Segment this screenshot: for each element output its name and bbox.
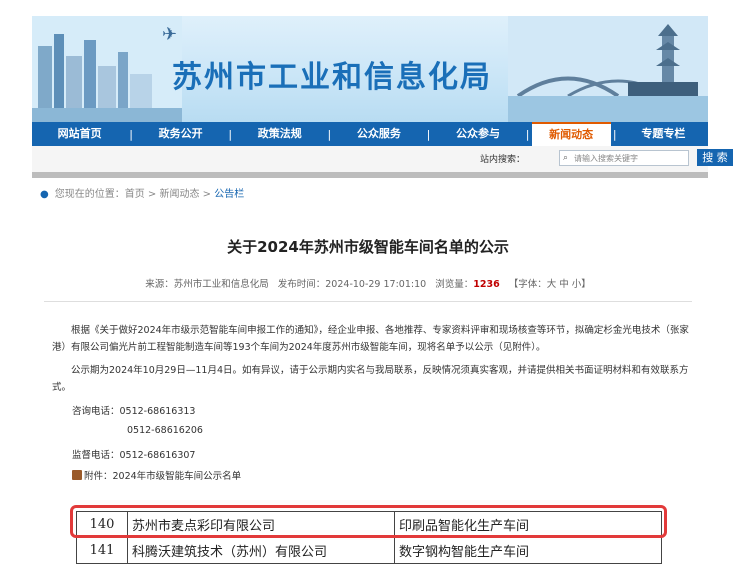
breadcrumb-separator: > (199, 189, 215, 200)
search-placeholder: 请输入搜索关键字 (574, 154, 638, 163)
nav-item-policy[interactable]: 政策法规 (234, 122, 325, 146)
search-input[interactable]: ⌕ 请输入搜索关键字 (559, 150, 689, 166)
nav-item-public-service[interactable]: 公众服务 (333, 122, 424, 146)
location-pin-icon: ● (40, 189, 49, 200)
site-banner: ✈ 苏州市工业和信息化局 (32, 16, 708, 122)
breadcrumb: ● 您现在的位置：首页 > 新闻动态 > 公告栏 (40, 185, 244, 200)
contact-phone-2: 0512-68616206 (127, 425, 203, 436)
article-hits-label: 浏览量： (435, 279, 474, 290)
workshop-name: 数字钢构智能生产车间 (394, 537, 662, 564)
article-publish-time: 发布时间：2024-10-29 17:01:10 (277, 279, 427, 290)
attachment-icon (72, 470, 82, 480)
breadcrumb-home[interactable]: 首页 (125, 189, 145, 200)
nav-separator: | (525, 127, 530, 141)
font-size-control[interactable]: 【字体：大 中 小】 (509, 279, 591, 290)
company-name: 苏州市麦点彩印有限公司 (127, 511, 395, 538)
header-divider (32, 172, 708, 178)
table-row: 141 科腾沃建筑技术（苏州）有限公司 数字钢构智能生产车间 (76, 537, 662, 564)
breadcrumb-separator: > (144, 189, 160, 200)
nav-separator: | (327, 127, 332, 141)
breadcrumb-prefix: 您现在的位置： (54, 189, 125, 200)
table-row: 140 苏州市麦点彩印有限公司 印刷品智能化生产车间 (76, 511, 662, 538)
nav-item-special[interactable]: 专题专栏 (619, 122, 708, 146)
search-button[interactable]: 搜 索 (697, 149, 733, 166)
row-number: 141 (76, 537, 128, 564)
nav-separator: | (612, 127, 617, 141)
breadcrumb-section[interactable]: 新闻动态 (159, 189, 199, 200)
workshop-list-table: 140 苏州市麦点彩印有限公司 印刷品智能化生产车间 141 科腾沃建筑技术（苏… (76, 511, 662, 564)
nav-item-gov-open[interactable]: 政务公开 (135, 122, 226, 146)
article-meta: 来源：苏州市工业和信息化局 发布时间：2024-10-29 17:01:10 浏… (0, 276, 736, 290)
city-skyline-illustration (32, 16, 182, 122)
main-nav: 网站首页 | 政务公开 | 政策法规 | 公众服务 | 公众参与 | 新闻动态 … (32, 122, 708, 146)
bridge-pagoda-illustration (508, 16, 708, 122)
nav-separator: | (228, 127, 233, 141)
company-name: 科腾沃建筑技术（苏州）有限公司 (127, 537, 395, 564)
search-label: 站内搜索： (480, 155, 526, 165)
supervise-phone: 监督电话：0512-68616307 (72, 450, 196, 461)
article-hits-count: 1236 (473, 279, 500, 290)
row-number: 140 (76, 511, 128, 538)
search-icon: ⌕ (563, 153, 569, 163)
article-paragraph-2: 公示期为2024年10月29日—11月4日。如有异议，请于公示期内实名与我局联系… (52, 365, 689, 393)
nav-item-news[interactable]: 新闻动态 (531, 122, 611, 146)
nav-separator: | (426, 127, 431, 141)
contact-phone-1: 咨询电话：0512-68616313 (72, 406, 196, 417)
article-paragraph-1: 根据《关于做好2024年市级示范智能车间申报工作的通知》，经企业申报、各地推荐、… (52, 325, 689, 353)
breadcrumb-current[interactable]: 公告栏 (214, 189, 244, 200)
nav-separator: | (129, 127, 133, 141)
attachment-link[interactable]: 附件：2024年市级智能车间公示名单 (72, 468, 241, 482)
article-source: 来源：苏州市工业和信息化局 (145, 279, 269, 290)
site-title: 苏州市工业和信息化局 (172, 60, 492, 95)
search-bar: 站内搜索： ⌕ 请输入搜索关键字 搜 索 (32, 146, 733, 173)
article-title: 关于2024年苏州市级智能车间名单的公示 (227, 238, 509, 256)
workshop-name: 印刷品智能化生产车间 (394, 511, 662, 538)
attachment-label: 附件：2024年市级智能车间公示名单 (84, 471, 242, 482)
nav-item-home[interactable]: 网站首页 (32, 122, 127, 146)
nav-item-participation[interactable]: 公众参与 (432, 122, 523, 146)
airplane-icon: ✈ (162, 24, 178, 45)
meta-divider (44, 301, 692, 302)
